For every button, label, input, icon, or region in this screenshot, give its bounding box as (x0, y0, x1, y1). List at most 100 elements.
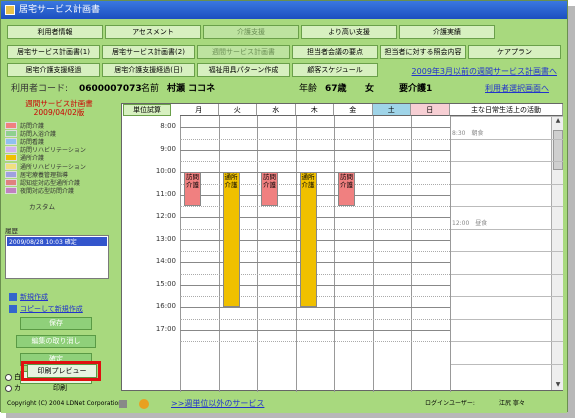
day-column-line (411, 116, 412, 392)
day-header: 日 (411, 104, 450, 116)
day-column-line (295, 116, 297, 392)
hour-gridline (180, 307, 450, 309)
nav-weekly-plan[interactable]: 週間サービス計画書 (197, 45, 290, 59)
nav-care-support[interactable]: 介護支援 (203, 25, 299, 39)
radio-white[interactable]: 白 (5, 372, 21, 382)
activity-entry[interactable]: 12:00 昼食 (450, 218, 563, 227)
legend-swatch (5, 146, 17, 154)
activity-row-line (450, 206, 563, 207)
login-user: 江尻 寧々 (499, 400, 525, 407)
app-icon (5, 5, 15, 15)
nav-plan-2[interactable]: 居宅サービス計画書(2) (102, 45, 195, 59)
nav-support-progress-day[interactable]: 居宅介護支援経過(日) (102, 63, 195, 77)
radio-color[interactable]: カ (5, 383, 21, 393)
activity-row-line (450, 251, 563, 252)
service-event[interactable]: 訪問介護 (261, 172, 279, 206)
nav-care-results[interactable]: 介護実績 (399, 25, 495, 39)
new-create-link[interactable]: 新規作成 (20, 292, 48, 302)
radio-icon (5, 373, 12, 381)
day-column-line (372, 116, 374, 392)
activity-row-line (450, 318, 563, 320)
activity-row-line (450, 228, 563, 230)
copy-icon (9, 304, 17, 313)
nav-meeting-points[interactable]: 担当者会議の要点 (292, 45, 378, 59)
time-label: 14:00 (155, 257, 176, 266)
custom-label: カスタム (29, 202, 55, 211)
time-label: 13:00 (155, 234, 176, 243)
time-label: 16:00 (155, 302, 176, 311)
hour-gridline (180, 149, 450, 151)
activity-row-line (450, 116, 563, 117)
history-list[interactable]: 2009/08/28 10:03 確定 (5, 234, 109, 279)
nav-higher-support[interactable]: より高い支援 (301, 25, 397, 39)
time-label: 17:00 (155, 324, 176, 333)
select-user-link[interactable]: 利用者選択画面へ (485, 81, 549, 97)
time-label: 8:00 (160, 122, 176, 131)
activity-row-line (450, 183, 563, 185)
schedule-scrollbar[interactable]: ▲ ▼ (551, 116, 563, 390)
scroll-up-icon[interactable]: ▲ (553, 116, 563, 126)
title-bar: 居宅サービス計画書 (1, 1, 567, 19)
nav-customer-schedule[interactable]: 顧客スケジュール (292, 63, 378, 77)
plan-title: 週間サービス計画書 (25, 99, 93, 108)
activity-row-line (450, 296, 563, 297)
legend-swatch (5, 121, 17, 129)
nav-user-info[interactable]: 利用者情報 (7, 25, 103, 39)
legend-item: 夜間対応型訪問介護 (5, 187, 113, 195)
other-services-link[interactable]: >>週単位以外のサービス (171, 397, 264, 411)
age-label: 年齢 (299, 84, 318, 94)
unit-calc-button[interactable]: 単位試算 (123, 104, 171, 116)
pin-icon (119, 400, 127, 408)
activity-row-line (450, 363, 563, 365)
print-button[interactable]: 印刷 (53, 383, 67, 393)
window-shadow (568, 6, 575, 416)
day-header: 木 (295, 104, 334, 116)
day-header: 土 (372, 104, 411, 116)
highlight-box (21, 361, 101, 381)
nav-row-3: 居宅介護支援経過 居宅介護支援経過(日) 福祉用具パターン作成 顧客スケジュール (7, 63, 378, 77)
radio-white-label: 白 (14, 373, 21, 381)
nav-welfare-pattern[interactable]: 福祉用具パターン作成 (197, 63, 290, 77)
half-hour-gridline (180, 161, 450, 162)
nav-plan-1[interactable]: 居宅サービス計画書(1) (7, 45, 100, 59)
service-event[interactable]: 通所介護 (299, 172, 317, 308)
activity-entry[interactable]: 8:30 朝食 (450, 128, 563, 137)
legend-swatch (5, 162, 17, 170)
day-header: 金 (334, 104, 373, 116)
nav-care-plan[interactable]: ケアプラン (468, 45, 561, 59)
undo-edit-button[interactable]: 編集の取り消し (16, 334, 96, 348)
service-legend: 訪問介護 訪問入浴介護 訪問看護 訪問リハビリテーション 通所介護 通所リハビリテーション… (5, 121, 113, 195)
activity-row-line (450, 161, 563, 162)
scroll-down-icon[interactable]: ▼ (553, 380, 563, 390)
legend-swatch (5, 178, 17, 186)
left-panel: 週間サービス計画書 2009/04/02版 訪問介護 訪問入浴介護 訪問看護 訪問リハ… (5, 99, 113, 395)
half-hour-gridline (180, 138, 450, 140)
history-item[interactable]: 2009/08/28 10:03 確定 (7, 236, 107, 246)
service-event[interactable]: 訪問介護 (338, 172, 356, 206)
half-hour-gridline (180, 318, 450, 320)
nav-row-1: 利用者情報 アセスメント 介護支援 より高い支援 介護実績 (7, 25, 495, 39)
window-title: 居宅サービス計画書 (19, 5, 101, 15)
half-hour-gridline (180, 341, 450, 342)
save-button[interactable]: 保存 (20, 316, 92, 330)
copy-link-row: コピーして新規作成 (5, 303, 113, 315)
user-info-bar: 利用者コード: 0600007073 名前 村瀬 ココネ 年齢 67歳 女 要介… (7, 81, 563, 97)
name-label: 名前 (141, 84, 160, 94)
legend-label: 夜間対応型訪問介護 (20, 188, 75, 196)
service-event[interactable]: 通所介護 (222, 172, 240, 308)
activity-row-line (450, 138, 563, 140)
old-weekly-plan-link[interactable]: 2009年3月以前の週間サービス計画書へ (412, 66, 557, 77)
nav-inquiry[interactable]: 担当者に対する照会内容 (380, 45, 466, 59)
radio-icon (5, 384, 12, 392)
time-label: 15:00 (155, 279, 176, 288)
day-header: 水 (257, 104, 296, 116)
day-column-line (334, 116, 335, 392)
nav-row-2: 居宅サービス計画書(1) 居宅サービス計画書(2) 週間サービス計画書 担当者会… (7, 45, 561, 59)
nav-support-progress[interactable]: 居宅介護支援経過 (7, 63, 100, 77)
service-event[interactable]: 訪問介護 (184, 172, 202, 206)
activity-column-line (450, 116, 451, 392)
copy-create-link[interactable]: コピーして新規作成 (20, 304, 83, 314)
time-label: 11:00 (155, 189, 176, 198)
nav-assessment[interactable]: アセスメント (105, 25, 201, 39)
history-label: 履歴 (5, 226, 18, 235)
